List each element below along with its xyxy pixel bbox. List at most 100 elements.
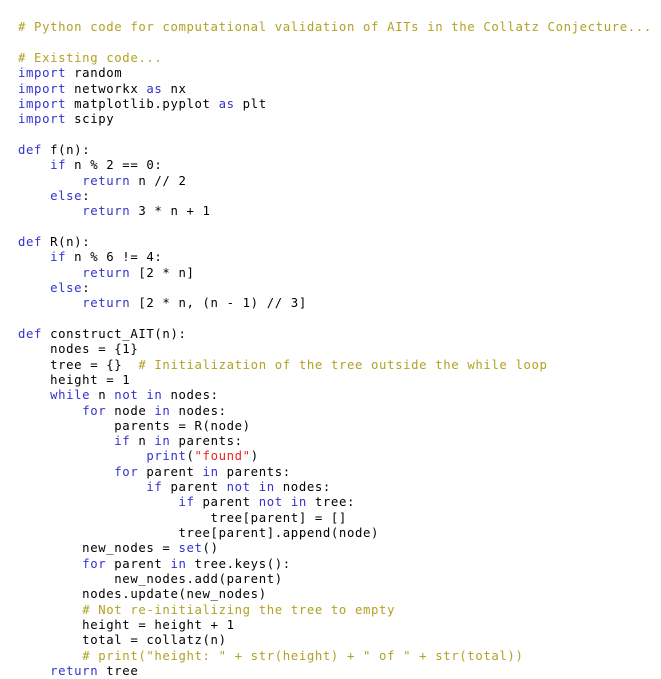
code-token-plain: parents: — [170, 434, 243, 449]
code-token-plain: nodes.update(new_nodes) — [18, 587, 267, 602]
code-line: for parent in parents: — [0, 465, 661, 480]
code-token-keyword: import — [18, 66, 67, 81]
code-token-plain: : — [82, 188, 91, 203]
code-line: if n % 6 != 4: — [0, 250, 661, 265]
code-token-plain: nodes = {1} — [18, 342, 139, 357]
code-token-keyword: as — [218, 96, 235, 111]
code-token-keyword: not — [226, 480, 251, 495]
code-line: import random — [0, 66, 661, 81]
code-line: if parent not in tree: — [0, 495, 661, 510]
code-token-keyword: in — [154, 403, 171, 418]
code-token-plain: ) — [250, 449, 259, 464]
code-token-keyword: return — [82, 204, 131, 219]
code-line: return [2 * n] — [0, 266, 661, 281]
code-token-keyword: while — [50, 388, 91, 403]
code-token-plain: tree = {} — [18, 357, 139, 372]
code-token-comment: # print("height: " + str(height) + " of … — [82, 648, 524, 663]
code-line: height = 1 — [0, 373, 661, 388]
code-token-plain: nodes: — [162, 388, 219, 403]
code-token-plain: matplotlib.pyplot — [66, 96, 219, 111]
code-token-keyword: for — [82, 403, 107, 418]
code-token-keyword: return — [82, 265, 131, 280]
code-token-plain: new_nodes = — [18, 541, 179, 556]
code-line: nodes = {1} — [0, 342, 661, 357]
code-token-string: "found" — [194, 449, 251, 464]
code-token-plain: tree: — [306, 495, 355, 510]
code-line: # Not re-initializing the tree to empty — [0, 603, 661, 618]
code-line: nodes.update(new_nodes) — [0, 587, 661, 602]
code-token-plain: n // 2 — [130, 173, 187, 188]
code-line: height = height + 1 — [0, 618, 661, 633]
code-token-keyword: return — [82, 173, 131, 188]
code-token-plain: n — [130, 434, 155, 449]
code-token-plain: parents = R(node) — [18, 418, 251, 433]
code-line: else: — [0, 281, 661, 296]
code-line: import networkx as nx — [0, 82, 661, 97]
code-token-plain: 3 * n + 1 — [130, 204, 211, 219]
code-token-keyword: import — [18, 81, 67, 96]
code-token-plain: networkx — [66, 81, 147, 96]
code-token-builtin: set — [178, 541, 203, 556]
code-token-keyword: else — [50, 188, 83, 203]
code-token-keyword: import — [18, 96, 67, 111]
code-line: tree[parent].append(node) — [0, 526, 661, 541]
code-token-plain: R(n): — [42, 234, 91, 249]
code-token-plain: random — [66, 66, 123, 81]
code-token-keyword: def — [18, 234, 43, 249]
code-line: import scipy — [0, 112, 661, 127]
code-token-keyword: if — [50, 158, 67, 173]
code-line: total = collatz(n) — [0, 633, 661, 648]
code-token-plain: scipy — [66, 112, 115, 127]
code-token-keyword: import — [18, 112, 67, 127]
code-line: parents = R(node) — [0, 419, 661, 434]
code-line: # print("height: " + str(height) + " of … — [0, 649, 661, 664]
code-line: print("found") — [0, 449, 661, 464]
code-token-plain: n % 6 != 4: — [66, 250, 163, 265]
code-token-plain: parent — [138, 464, 203, 479]
code-line: new_nodes.add(parent) — [0, 572, 661, 587]
code-token-keyword: if — [114, 434, 131, 449]
code-token-keyword: return — [82, 296, 131, 311]
code-token-plain: tree.keys(): — [186, 556, 291, 571]
code-line: # Existing code... — [0, 51, 661, 66]
code-token-keyword: in — [146, 388, 163, 403]
code-token-plain: parent — [106, 556, 171, 571]
code-token-keyword: for — [82, 556, 107, 571]
code-token-builtin: print — [146, 449, 187, 464]
code-token-keyword: return — [50, 664, 99, 679]
code-token-plain: f(n): — [42, 142, 91, 157]
code-token-keyword: in — [170, 556, 187, 571]
code-token-plain: nx — [162, 81, 187, 96]
code-line: if n % 2 == 0: — [0, 158, 661, 173]
code-token-plain: parents: — [218, 464, 291, 479]
code-token-keyword: not — [258, 495, 283, 510]
code-line: new_nodes = set() — [0, 541, 661, 556]
code-token-keyword: for — [114, 464, 139, 479]
code-line: return tree — [0, 664, 661, 679]
code-token-plain: height = height + 1 — [18, 618, 235, 633]
code-line: for node in nodes: — [0, 404, 661, 419]
code-token-plain: nodes: — [274, 480, 331, 495]
code-line: tree[parent] = [] — [0, 511, 661, 526]
code-line: while n not in nodes: — [0, 388, 661, 403]
code-token-plain: n — [90, 388, 115, 403]
